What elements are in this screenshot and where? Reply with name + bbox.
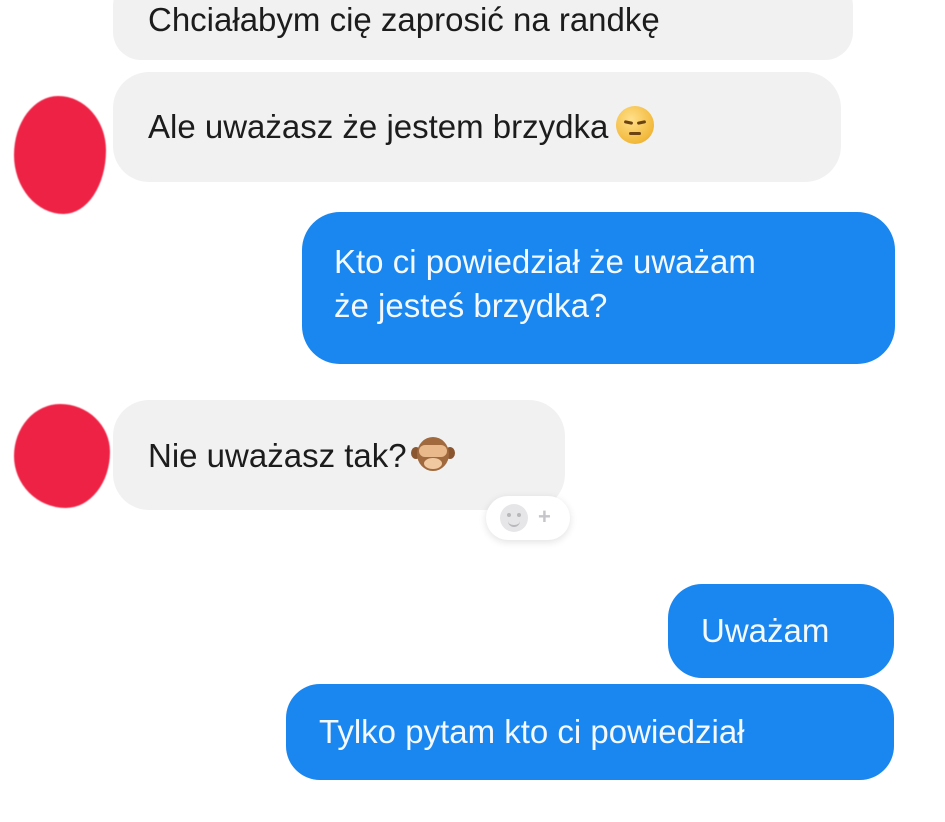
outgoing-message[interactable]: Uważam bbox=[668, 584, 894, 678]
message-text-line: Kto ci powiedział że uważam bbox=[334, 243, 756, 280]
message-text: Uważam bbox=[701, 612, 830, 649]
message-text: Tylko pytam kto ci powiedział bbox=[319, 713, 745, 750]
message-text-line: że jesteś brzydka? bbox=[334, 287, 608, 324]
plus-icon: + bbox=[538, 504, 551, 529]
pensive-face-emoji bbox=[616, 106, 655, 144]
add-reaction-button[interactable]: + bbox=[486, 496, 570, 540]
contact-avatar[interactable] bbox=[14, 404, 110, 508]
message-text: Nie uważasz tak? bbox=[148, 437, 407, 474]
incoming-message[interactable]: Chciałabym cię zaprosić na randkę bbox=[113, 0, 853, 60]
message-thread: Chciałabym cię zaprosić na randkę Ale uw… bbox=[0, 0, 945, 822]
see-no-evil-monkey-emoji bbox=[410, 435, 455, 475]
outgoing-message[interactable]: Kto ci powiedział że uważam że jesteś br… bbox=[302, 212, 895, 364]
incoming-message[interactable]: Ale uważasz że jestem brzydka bbox=[113, 72, 841, 182]
message-text: Chciałabym cię zaprosić na randkę bbox=[148, 1, 660, 38]
contact-avatar[interactable] bbox=[14, 96, 106, 214]
outgoing-message[interactable]: Tylko pytam kto ci powiedział bbox=[286, 684, 894, 780]
message-text: Ale uważasz że jestem brzydka bbox=[148, 108, 609, 145]
smiley-face-icon bbox=[500, 504, 528, 532]
incoming-message[interactable]: Nie uważasz tak? bbox=[113, 400, 565, 510]
